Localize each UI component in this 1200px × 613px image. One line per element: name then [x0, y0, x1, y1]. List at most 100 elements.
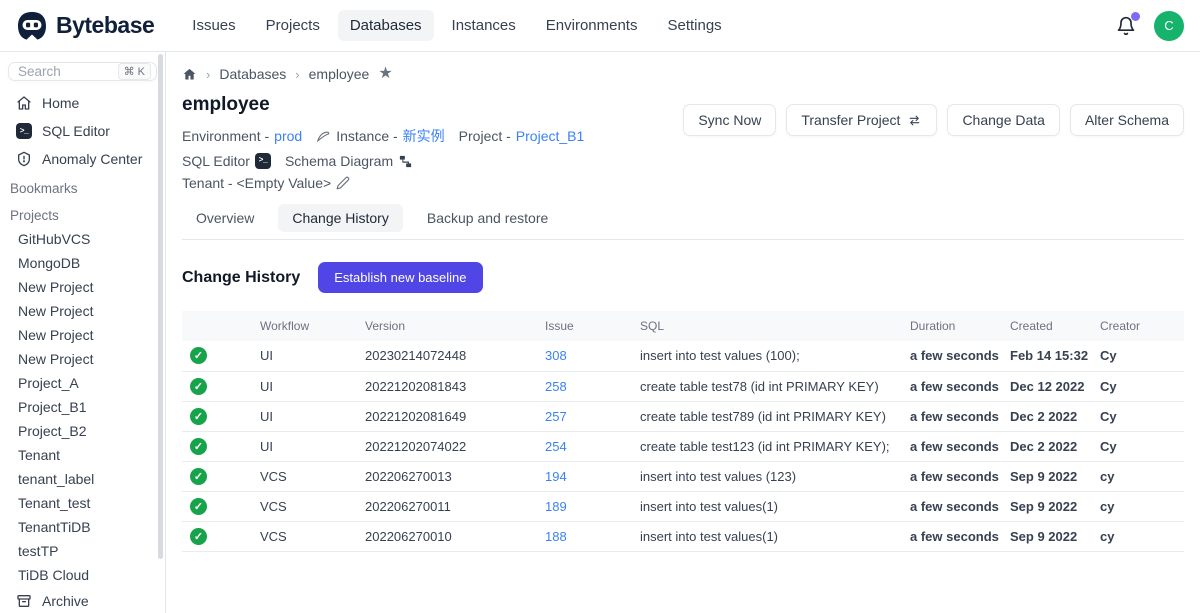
- sidebar-item-label: Anomaly Center: [42, 151, 142, 167]
- sidebar-item-sql-editor[interactable]: >_ SQL Editor: [0, 117, 165, 145]
- cell-sql: create table test789 (id int PRIMARY KEY…: [632, 401, 902, 431]
- schema-diagram-icon: [398, 154, 413, 169]
- success-check-icon: ✓: [190, 468, 207, 485]
- sidebar-project-tenant[interactable]: Tenant: [0, 443, 165, 467]
- notification-bell-icon[interactable]: [1116, 15, 1136, 37]
- meta-schema-diagram[interactable]: Schema Diagram: [285, 150, 413, 172]
- success-check-icon: ✓: [190, 438, 207, 455]
- sidebar-project-new-project[interactable]: New Project: [0, 275, 165, 299]
- nav-item-issues[interactable]: Issues: [180, 10, 247, 41]
- sidebar-project-testtp[interactable]: testTP: [0, 539, 165, 563]
- sql-editor-label: SQL Editor: [182, 150, 250, 172]
- brand-name: Bytebase: [56, 12, 154, 39]
- table-row: ✓VCS202206270011189insert into test valu…: [182, 491, 1184, 521]
- button-label: Alter Schema: [1085, 112, 1169, 128]
- cell-status: ✓: [182, 521, 252, 551]
- issue-link[interactable]: 254: [545, 439, 567, 454]
- environment-link[interactable]: prod: [274, 125, 302, 147]
- tab-overview[interactable]: Overview: [182, 204, 268, 232]
- cell-creator: Cy: [1092, 431, 1184, 461]
- success-check-icon: ✓: [190, 378, 207, 395]
- sidebar-project-tidb-cloud[interactable]: TiDB Cloud: [0, 563, 165, 587]
- column-header-creator: Creator: [1092, 311, 1184, 341]
- cell-version: 202206270011: [357, 491, 537, 521]
- alter-schema-button[interactable]: Alter Schema: [1070, 104, 1184, 136]
- tab-change-history[interactable]: Change History: [278, 204, 403, 232]
- sidebar-item-home[interactable]: Home: [0, 89, 165, 117]
- cell-sql: insert into test values(1): [632, 491, 902, 521]
- favorite-star-icon[interactable]: ★: [378, 66, 392, 82]
- meta-row-2: Tenant - <Empty Value>: [182, 172, 683, 194]
- cell-created: Sep 9 2022: [1002, 461, 1092, 491]
- instance-link[interactable]: 新实例: [403, 125, 445, 147]
- sidebar-scrollbar[interactable]: [158, 54, 163, 559]
- tab-backup-and-restore[interactable]: Backup and restore: [413, 204, 562, 232]
- success-check-icon: ✓: [190, 528, 207, 545]
- cell-sql: insert into test values(1): [632, 521, 902, 551]
- sidebar-project-tenant-label[interactable]: tenant_label: [0, 467, 165, 491]
- nav-item-databases[interactable]: Databases: [338, 10, 434, 41]
- issue-link[interactable]: 258: [545, 379, 567, 394]
- sidebar-project-project-a[interactable]: Project_A: [0, 371, 165, 395]
- table-row: ✓UI20221202081843258create table test78 …: [182, 371, 1184, 401]
- sql-editor-icon: >_: [255, 153, 271, 169]
- sidebar-project-tenant-test[interactable]: Tenant_test: [0, 491, 165, 515]
- sidebar-item-label: Archive: [42, 593, 89, 609]
- breadcrumb-employee[interactable]: employee: [309, 66, 370, 82]
- nav-item-instances[interactable]: Instances: [440, 10, 528, 41]
- cell-created: Dec 12 2022: [1002, 371, 1092, 401]
- sidebar-item-anomaly-center[interactable]: Anomaly Center: [0, 145, 165, 173]
- meta-project: Project - Project_B1: [459, 125, 585, 147]
- establish-baseline-button[interactable]: Establish new baseline: [318, 262, 482, 293]
- cell-issue: 258: [537, 371, 632, 401]
- success-check-icon: ✓: [190, 408, 207, 425]
- sidebar-project-project-b2[interactable]: Project_B2: [0, 419, 165, 443]
- meta-sql-editor[interactable]: SQL Editor >_: [182, 150, 271, 172]
- sidebar-project-new-project[interactable]: New Project: [0, 323, 165, 347]
- nav-item-projects[interactable]: Projects: [254, 10, 332, 41]
- projects-list: GitHubVCSMongoDBNew ProjectNew ProjectNe…: [0, 227, 165, 587]
- cell-workflow: UI: [252, 431, 357, 461]
- sidebar-project-mongodb[interactable]: MongoDB: [0, 251, 165, 275]
- sync-now-button[interactable]: Sync Now: [683, 104, 776, 136]
- breadcrumb-databases[interactable]: Databases: [219, 66, 286, 82]
- action-buttons: Sync Now Transfer Project Change Data Alter…: [683, 104, 1184, 136]
- section-title: Change History: [182, 269, 300, 287]
- page-title: employee: [182, 94, 683, 116]
- cell-status: ✓: [182, 371, 252, 401]
- transfer-project-button[interactable]: Transfer Project: [786, 104, 937, 136]
- database-meta: Environment - prod Instance - 新实例: [182, 125, 683, 194]
- meta-row-1: Environment - prod Instance - 新实例: [182, 125, 683, 172]
- nav-item-environments[interactable]: Environments: [534, 10, 650, 41]
- sidebar-project-new-project[interactable]: New Project: [0, 347, 165, 371]
- layout: Search ⌘ K Home >_ SQL Editor Anomaly Ce…: [0, 52, 1200, 613]
- issue-link[interactable]: 194: [545, 469, 567, 484]
- sidebar-project-githubvcs[interactable]: GitHubVCS: [0, 227, 165, 251]
- search-input[interactable]: Search ⌘ K: [8, 62, 157, 81]
- sidebar-project-project-b1[interactable]: Project_B1: [0, 395, 165, 419]
- table-header: WorkflowVersionIssueSQLDurationCreatedCr…: [182, 311, 1184, 341]
- column-header-created: Created: [1002, 311, 1092, 341]
- avatar[interactable]: C: [1154, 11, 1184, 41]
- issue-link[interactable]: 257: [545, 409, 567, 424]
- issue-link[interactable]: 188: [545, 529, 567, 544]
- meta-tenant: Tenant - <Empty Value>: [182, 172, 350, 194]
- cell-version: 20221202081649: [357, 401, 537, 431]
- meta-instance: Instance - 新实例: [316, 125, 444, 147]
- edit-pencil-icon[interactable]: [336, 176, 350, 190]
- top-header: Bytebase IssuesProjectsDatabasesInstance…: [0, 0, 1200, 52]
- breadcrumb-home-icon[interactable]: [182, 67, 197, 82]
- sidebar-item-archive[interactable]: Archive: [0, 587, 165, 613]
- issue-link[interactable]: 308: [545, 348, 567, 363]
- project-link[interactable]: Project_B1: [516, 125, 584, 147]
- sidebar-project-new-project[interactable]: New Project: [0, 299, 165, 323]
- bytebase-logo[interactable]: Bytebase: [16, 10, 154, 42]
- cell-workflow: VCS: [252, 491, 357, 521]
- issue-link[interactable]: 189: [545, 499, 567, 514]
- column-header-status: [182, 311, 252, 341]
- change-data-button[interactable]: Change Data: [947, 104, 1060, 136]
- sidebar-bottom: Archive Enterprise Plan: [0, 587, 165, 613]
- nav-item-settings[interactable]: Settings: [655, 10, 733, 41]
- success-check-icon: ✓: [190, 347, 207, 364]
- sidebar-project-tenanttidb[interactable]: TenantTiDB: [0, 515, 165, 539]
